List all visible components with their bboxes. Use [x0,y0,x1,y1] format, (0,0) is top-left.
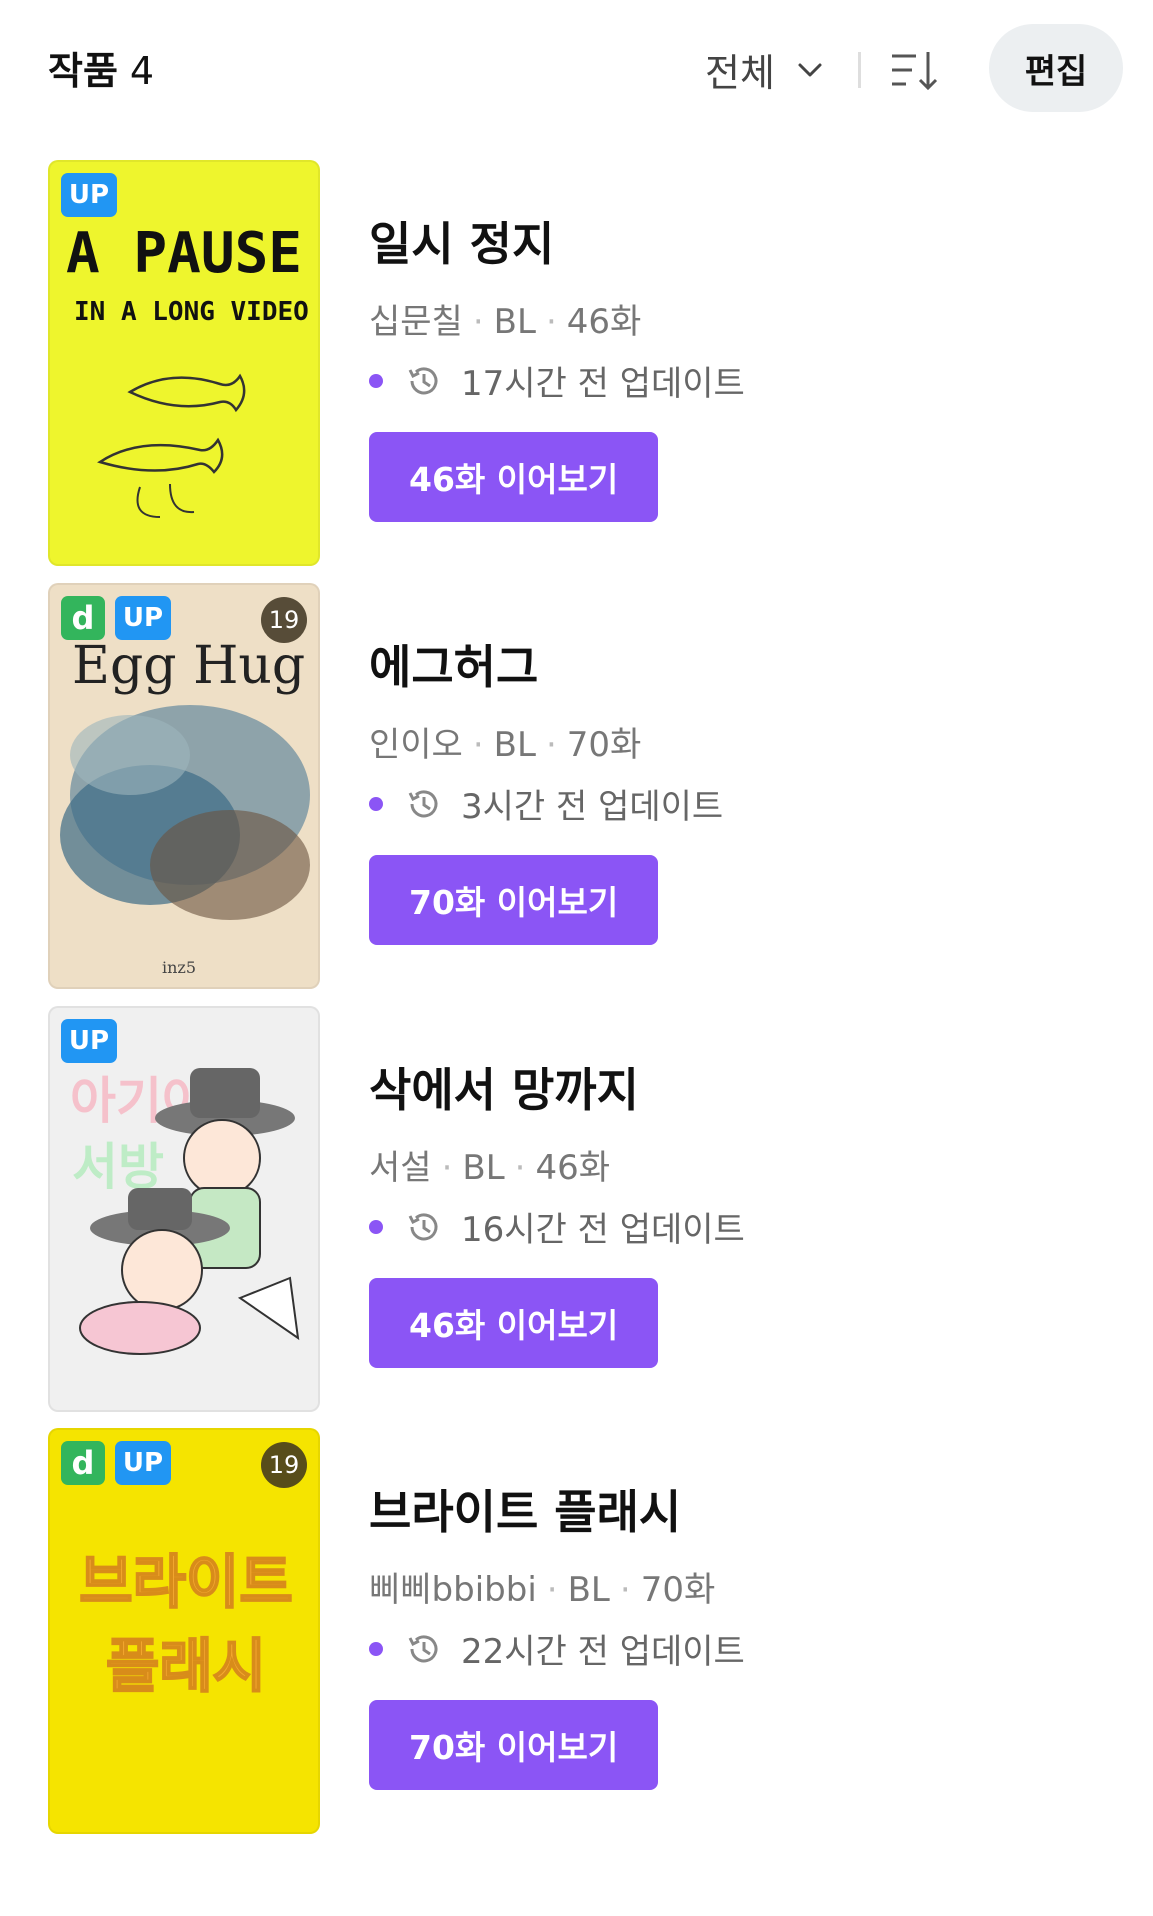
cover-title-text: 브라이트 [79,1548,292,1616]
work-genre: BL [462,1148,505,1188]
cover-subtitle-text: IN A LONG VIDEO [74,297,309,327]
cover-title-text: A PAUSE [66,221,302,286]
filter-dropdown[interactable]: 전체 [705,42,825,97]
continue-reading-button[interactable]: 70화 이어보기 [369,855,659,945]
update-text: 16시간 전 업데이트 [461,1210,745,1250]
work-meta: 인이오 · BL · 70화 [369,725,642,765]
work-meta: 서설 · BL · 46화 [369,1148,611,1188]
work-cover[interactable]: A PAUSE IN A LONG VIDEO UP [48,160,320,566]
page-title: 작품 4 [48,40,154,95]
update-status: 22시간 전 업데이트 [369,1624,745,1673]
age-19-badge: 19 [261,1442,307,1488]
work-author: 서설 [369,1148,432,1188]
work-title: 삭에서 망까지 [369,1063,639,1117]
new-dot [369,1219,383,1234]
d-badge: d [61,1441,105,1485]
update-status: 3시간 전 업데이트 [369,779,723,828]
work-item[interactable]: A PAUSE IN A LONG VIDEO UP 일시 정지 십문칠 · BL ·… [48,160,1108,568]
filter-label: 전체 [705,51,775,95]
history-icon [408,789,438,817]
work-meta: 십문칠 · BL · 46화 [369,302,642,342]
divider [858,52,861,88]
cover-art: 아기야 서방 [70,1068,300,1355]
update-text: 22시간 전 업데이트 [461,1632,745,1672]
up-badge: UP [61,1019,117,1063]
work-item[interactable]: 브라이트 플래시 d UP 19 브라이트 플래시 삐삐bbibbi · BL · 70… [48,1428,1108,1836]
work-cover[interactable]: Egg Hug inz5 d UP 19 [48,583,320,989]
cover-art: A PAUSE IN A LONG VIDEO [66,221,309,518]
work-title: 일시 정지 [369,217,555,271]
work-episodes: 46화 [535,1148,611,1188]
up-badge: UP [61,173,117,217]
update-status: 17시간 전 업데이트 [369,356,745,405]
cover-art: Egg Hug inz5 [60,636,310,977]
work-cover[interactable]: 브라이트 플래시 d UP 19 [48,1428,320,1834]
header: 작품 4 전체 편집 [0,0,1153,130]
chevron-down-icon [798,63,822,76]
edit-button[interactable]: 편집 [989,24,1123,112]
work-author: 삐삐bbibbi [369,1570,537,1610]
works-count: 4 [129,49,155,93]
work-cover[interactable]: 아기야 서방 UP [48,1006,320,1412]
page-title-label: 작품 [48,49,118,93]
work-author: 십문칠 [369,302,463,342]
work-author: 인이오 [369,725,463,765]
history-icon [408,1634,438,1662]
update-text: 3시간 전 업데이트 [461,787,724,827]
up-badge: UP [115,1441,171,1485]
history-icon [408,1212,438,1240]
work-item[interactable]: Egg Hug inz5 d UP 19 에그허그 인이오 · BL · 70화 3시간… [48,583,1108,991]
cover-author-text: inz5 [162,958,196,977]
continue-reading-button[interactable]: 46화 이어보기 [369,432,659,522]
cover-title-text: Egg Hug [72,636,305,696]
new-dot [369,373,383,388]
new-dot [369,1641,383,1656]
sort-icon[interactable] [890,48,938,92]
work-item[interactable]: 아기야 서방 UP 삭에서 망까지 서설 · BL · 46화 16시간 전 업데 [48,1006,1108,1414]
work-genre: BL [567,1570,610,1610]
work-episodes: 46화 [566,302,642,342]
new-dot [369,796,383,811]
work-genre: BL [493,302,536,342]
age-19-badge: 19 [261,597,307,643]
update-status: 16시간 전 업데이트 [369,1202,745,1251]
update-text: 17시간 전 업데이트 [461,364,745,404]
cover-subtitle-text: 서방 [72,1138,164,1196]
cover-art: 브라이트 플래시 [78,1547,293,1701]
d-badge: d [61,596,105,640]
work-episodes: 70화 [640,1570,716,1610]
cover-subtitle-text: 플래시 [106,1632,266,1700]
continue-reading-button[interactable]: 70화 이어보기 [369,1700,659,1790]
work-episodes: 70화 [566,725,642,765]
history-icon [408,366,438,394]
up-badge: UP [115,596,171,640]
continue-reading-button[interactable]: 46화 이어보기 [369,1278,659,1368]
work-title: 브라이트 플래시 [369,1485,682,1539]
work-title: 에그허그 [369,640,539,694]
work-genre: BL [493,725,536,765]
work-meta: 삐삐bbibbi · BL · 70화 [369,1570,716,1610]
